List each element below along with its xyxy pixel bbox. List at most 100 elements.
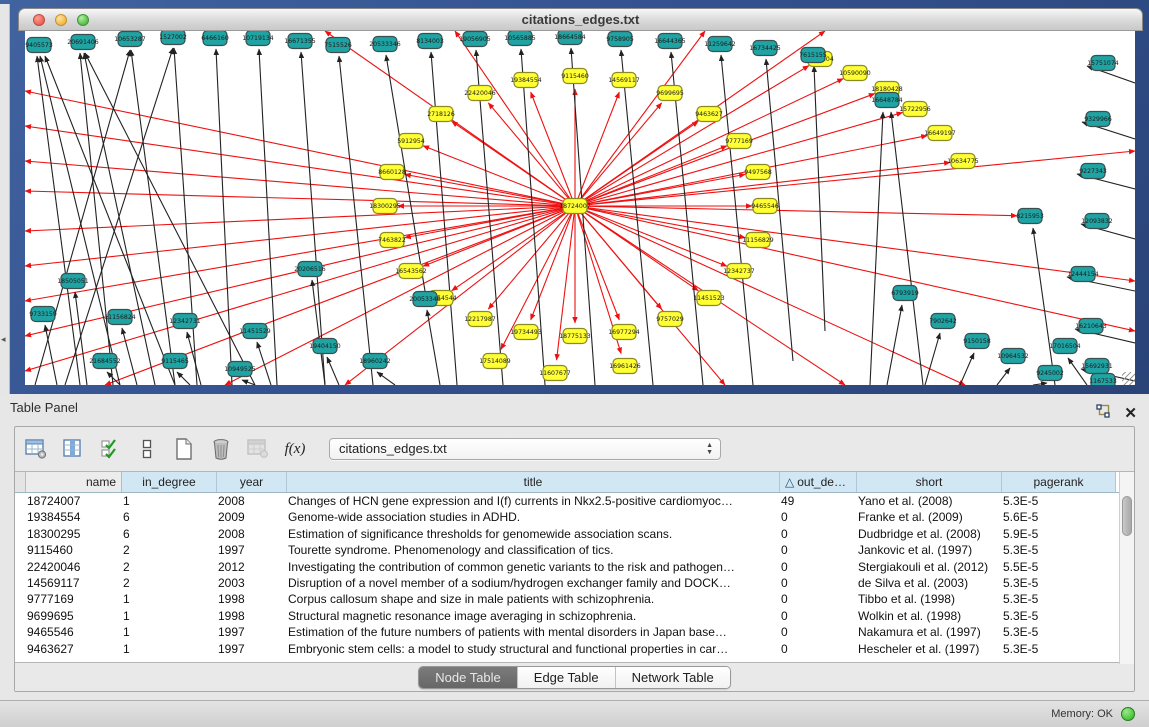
- table-row[interactable]: 2242004622012Investigating the contribut…: [15, 559, 1121, 575]
- graph-node[interactable]: 9777169: [725, 134, 753, 149]
- graph-node[interactable]: 15751074: [1087, 56, 1119, 71]
- table-row[interactable]: 946362711997Embryonic stem cells: a mode…: [15, 641, 1121, 657]
- tab-node-table[interactable]: Node Table: [419, 667, 517, 688]
- graph-node[interactable]: 18505051: [57, 274, 89, 289]
- graph-node[interactable]: 9150158: [963, 334, 991, 349]
- graph-node[interactable]: 16977294: [608, 325, 640, 340]
- graph-node[interactable]: 18724007: [559, 199, 591, 214]
- graph-node[interactable]: 5912954: [397, 134, 425, 149]
- graph-node[interactable]: 20691406: [67, 35, 99, 50]
- column-header-year[interactable]: year: [217, 472, 287, 492]
- graph-node[interactable]: 19056905: [459, 32, 491, 47]
- graph-node[interactable]: 7463822: [378, 233, 406, 248]
- table-row[interactable]: 969969511998Structural magnetic resonanc…: [15, 608, 1121, 624]
- graph-node[interactable]: 10653287: [114, 32, 146, 47]
- graph-node[interactable]: 18960242: [359, 354, 391, 369]
- graph-node[interactable]: 15692931: [1081, 359, 1113, 374]
- new-column-icon[interactable]: [171, 436, 197, 462]
- graph-node[interactable]: 16671355: [284, 34, 316, 49]
- column-header-pagerank[interactable]: pagerank: [1002, 472, 1116, 492]
- close-window-button[interactable]: [33, 14, 45, 26]
- table-row[interactable]: 1456911722003Disruption of a novel membe…: [15, 575, 1121, 591]
- graph-node[interactable]: 1527002: [159, 31, 187, 45]
- graph-node[interactable]: 9465546: [751, 199, 779, 214]
- zoom-window-button[interactable]: [77, 14, 89, 26]
- table-row[interactable]: 977716911998Corpus callosum shape and si…: [15, 591, 1121, 607]
- graph-node[interactable]: 8660128: [378, 165, 406, 180]
- graph-node[interactable]: 10634775: [947, 154, 979, 169]
- close-panel-icon[interactable]: ✕: [1124, 406, 1137, 422]
- table-row[interactable]: 946554611997Estimation of the future num…: [15, 624, 1121, 640]
- graph-node[interactable]: 6466160: [201, 31, 229, 46]
- graph-node[interactable]: 10565885: [504, 31, 536, 46]
- resize-grip-icon[interactable]: [1122, 372, 1135, 385]
- function-builder-icon[interactable]: f(x): [282, 436, 308, 462]
- graph-node[interactable]: 16543562: [395, 264, 427, 279]
- graph-node[interactable]: 21684552: [89, 354, 121, 369]
- graph-node[interactable]: 9733159: [29, 307, 57, 322]
- graph-node[interactable]: 6793919: [891, 286, 919, 301]
- graph-node[interactable]: 7615155: [799, 48, 827, 63]
- graph-node[interactable]: 9758905: [606, 32, 634, 47]
- table-row[interactable]: 1830029562008Estimation of significance …: [15, 526, 1121, 542]
- graph-node[interactable]: 18300295: [369, 199, 401, 214]
- scrollbar-thumb[interactable]: [1122, 496, 1132, 536]
- graph-node[interactable]: 12093832: [1081, 214, 1113, 229]
- import-table-icon[interactable]: [245, 436, 271, 462]
- network-select[interactable]: citations_edges.txt ▲▼: [329, 438, 721, 460]
- column-header-name[interactable]: name: [26, 472, 122, 492]
- graph-node[interactable]: 9699695: [656, 86, 684, 101]
- column-header-out_de[interactable]: △out_de…: [780, 472, 857, 492]
- minimize-window-button[interactable]: [55, 14, 67, 26]
- panel-collapse-strip[interactable]: ◂: [0, 4, 10, 394]
- delete-column-icon[interactable]: [208, 436, 234, 462]
- graph-node[interactable]: 11451529: [239, 324, 271, 339]
- graph-node[interactable]: 11259642: [704, 37, 736, 52]
- graph-node[interactable]: 12342737: [723, 264, 755, 279]
- network-window-titlebar[interactable]: citations_edges.txt: [18, 8, 1143, 31]
- memory-ok-icon[interactable]: [1121, 707, 1135, 721]
- row-height-icon[interactable]: [134, 436, 160, 462]
- graph-node[interactable]: 10719134: [242, 31, 274, 46]
- graph-node[interactable]: 16644365: [654, 34, 686, 49]
- tab-edge-table[interactable]: Edge Table: [517, 667, 615, 688]
- graph-node[interactable]: 12444154: [1067, 267, 1099, 282]
- graph-node[interactable]: 10964532: [997, 349, 1029, 364]
- graph-node[interactable]: 11607677: [539, 366, 571, 381]
- graph-node[interactable]: 17514089: [479, 354, 511, 369]
- graph-node[interactable]: 9757029: [656, 312, 684, 327]
- graph-node[interactable]: 12342731: [169, 314, 201, 329]
- float-panel-icon[interactable]: [1096, 400, 1110, 428]
- graph-node[interactable]: 9405573: [25, 38, 53, 53]
- graph-node[interactable]: 22420046: [464, 86, 496, 101]
- graph-node[interactable]: 19404150: [309, 339, 341, 354]
- graph-node[interactable]: 11451523: [693, 291, 725, 306]
- graph-node[interactable]: 11156829: [742, 233, 774, 248]
- graph-node[interactable]: 12217987: [464, 312, 496, 327]
- graph-node[interactable]: 18775133: [559, 329, 591, 344]
- table-row[interactable]: 1872400712008Changes of HCN gene express…: [15, 493, 1121, 509]
- graph-node[interactable]: 9329966: [1084, 112, 1112, 127]
- graph-node[interactable]: 8134003: [416, 34, 444, 49]
- graph-node[interactable]: 17016504: [1049, 339, 1081, 354]
- column-header-in_degree[interactable]: in_degree: [122, 472, 217, 492]
- table-row[interactable]: 911546021997Tourette syndrome. Phenomeno…: [15, 542, 1121, 558]
- graph-node[interactable]: 1167533: [1089, 374, 1117, 386]
- graph-node[interactable]: 18664584: [554, 31, 586, 45]
- graph-node[interactable]: 7515526: [324, 38, 352, 53]
- graph-node[interactable]: 16648784: [871, 93, 903, 108]
- collapse-arrow-icon[interactable]: ◂: [1, 334, 6, 345]
- graph-node[interactable]: 8215953: [1016, 209, 1044, 224]
- column-header-short[interactable]: short: [857, 472, 1002, 492]
- graph-node[interactable]: 11156824: [104, 310, 136, 325]
- table-scrollbar[interactable]: [1119, 472, 1134, 664]
- graph-node[interactable]: 15722956: [899, 102, 931, 117]
- table-row[interactable]: 1938455462009Genome-wide association stu…: [15, 509, 1121, 525]
- graph-node[interactable]: 9245002: [1036, 366, 1064, 381]
- column-header-title[interactable]: title: [287, 472, 780, 492]
- graph-node[interactable]: 20053346: [409, 292, 441, 307]
- graph-node[interactable]: 14569117: [608, 73, 640, 88]
- graph-node[interactable]: 10590090: [839, 66, 871, 81]
- graph-node[interactable]: 9497568: [744, 165, 772, 180]
- graph-node[interactable]: 20533346: [369, 37, 401, 52]
